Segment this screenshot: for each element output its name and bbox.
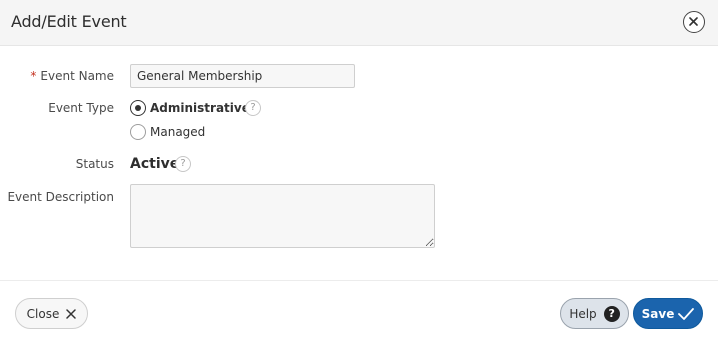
help-button[interactable]: Help ? [560, 298, 629, 329]
dialog-title: Add/Edit Event [11, 12, 127, 31]
close-button[interactable]: Close [15, 298, 88, 329]
event-name-label: * Event Name [30, 69, 114, 83]
status-help-icon[interactable]: ? [175, 156, 191, 172]
close-button-label: Close [26, 306, 60, 321]
close-x-icon [66, 308, 77, 319]
save-button-label: Save [641, 306, 675, 321]
radio-managed-label[interactable]: Managed [150, 125, 205, 139]
radio-administrative[interactable] [130, 100, 146, 116]
radio-administrative-label[interactable]: Administrative [150, 101, 250, 115]
status-label: Status [75, 157, 114, 171]
dialog-header: Add/Edit Event [0, 0, 718, 46]
required-marker: * [30, 69, 37, 83]
add-edit-event-dialog: Add/Edit Event *Event Name Event Type Ad… [0, 0, 718, 344]
radio-managed[interactable] [130, 124, 146, 140]
save-button[interactable]: Save [633, 298, 703, 329]
event-type-help-icon[interactable]: ? [245, 100, 261, 116]
close-icon [689, 17, 698, 26]
event-type-label: Event Type [48, 101, 114, 115]
help-question-icon: ? [603, 305, 620, 322]
event-description-label: Event Description [7, 190, 114, 204]
status-value: Active [130, 156, 180, 172]
event-description-textarea[interactable] [130, 184, 435, 248]
event-name-input[interactable] [130, 64, 355, 88]
footer-divider [0, 280, 718, 281]
close-dialog-button[interactable] [683, 11, 705, 33]
help-button-label: Help [569, 306, 597, 321]
checkmark-icon [678, 307, 695, 320]
